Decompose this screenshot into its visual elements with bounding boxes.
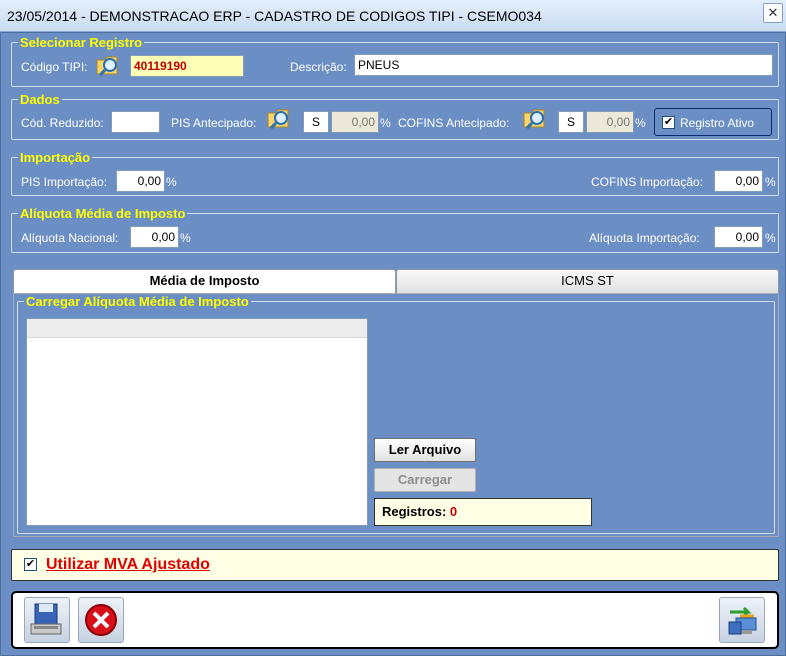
cancel-button[interactable] [78, 597, 124, 643]
cod-reduzido-label: Cód. Reduzido: [21, 116, 104, 130]
cod-reduzido-input[interactable] [111, 111, 160, 133]
aliquota-nacional-input[interactable]: 0,00 [130, 226, 179, 248]
save-disk-icon [30, 603, 62, 635]
aliquota-importacao-input[interactable]: 0,00 [714, 226, 763, 248]
exchange-button[interactable] [719, 597, 765, 643]
aliquota-importacao-percent: % [765, 231, 776, 245]
exchange-icon [728, 606, 757, 635]
tab-media-de-imposto[interactable]: Média de Imposto [13, 269, 396, 293]
registro-ativo-check-icon: ✔ [662, 116, 675, 129]
cofins-antecipado-value[interactable]: 0,00 [586, 111, 634, 133]
pis-antecipado-label: PIS Antecipado: [171, 116, 257, 130]
bottom-toolbar [11, 591, 779, 649]
pis-antecipado-value[interactable]: 0,00 [331, 111, 379, 133]
aliquota-nacional-percent: % [180, 231, 191, 245]
aliquota-file-list[interactable] [26, 318, 368, 526]
registros-label: Registros: [382, 504, 447, 519]
ler-arquivo-button[interactable]: Ler Arquivo [374, 438, 476, 462]
pis-lookup-icon[interactable] [267, 107, 291, 131]
title-bar: 23/05/2014 - DEMONSTRACAO ERP - CADASTRO… [0, 0, 786, 32]
cofins-importacao-label: COFINS Importação: [591, 175, 704, 189]
registros-value: 0 [449, 504, 458, 519]
aliquota-legend: Alíquota Média de Imposto [20, 206, 186, 221]
tab-panel-media-de-imposto: Carregar Alíquota Média de Imposto Ler A… [13, 293, 779, 537]
pis-importacao-label: PIS Importação: [21, 175, 108, 189]
aliquota-group: Alíquota Média de Imposto [11, 206, 779, 253]
pis-percent: % [380, 116, 391, 130]
cofins-flag-input[interactable]: S [558, 111, 584, 133]
cofins-lookup-icon[interactable] [523, 107, 547, 131]
save-button[interactable] [24, 597, 70, 643]
selecionar-registro-legend: Selecionar Registro [20, 35, 143, 50]
pis-importacao-percent: % [166, 175, 177, 189]
descricao-input[interactable]: PNEUS [354, 54, 773, 76]
importacao-legend: Importação [20, 150, 91, 165]
registros-counter: Registros: 0 [374, 498, 592, 526]
search-lookup-icon[interactable] [96, 54, 120, 78]
cofins-importacao-percent: % [765, 175, 776, 189]
aliquota-nacional-label: Alíquota Nacional: [21, 231, 119, 245]
registro-ativo-label: Registro Ativo [680, 116, 755, 130]
cofins-importacao-input[interactable]: 0,00 [714, 170, 763, 192]
pis-importacao-input[interactable]: 0,00 [116, 170, 165, 192]
aliquota-importacao-label: Alíquota Importação: [589, 231, 700, 245]
tab-strip: Média de Imposto ICMS ST [13, 269, 779, 293]
codigo-tipi-label: Código TIPI: [21, 60, 88, 74]
tab-icms-st[interactable]: ICMS ST [396, 269, 779, 293]
dados-legend: Dados [20, 92, 60, 107]
close-button[interactable]: ✕ [763, 3, 783, 23]
pis-flag-input[interactable]: S [303, 111, 329, 133]
cancel-icon [85, 604, 117, 636]
descricao-label: Descrição: [290, 60, 347, 74]
utilizar-mva-check-icon[interactable]: ✔ [24, 558, 37, 571]
list-header [27, 319, 367, 338]
cofins-percent: % [635, 116, 646, 130]
cofins-antecipado-label: COFINS Antecipado: [398, 116, 510, 130]
utilizar-mva-checkbox-row[interactable]: ✔ Utilizar MVA Ajustado [11, 549, 779, 581]
window-title: 23/05/2014 - DEMONSTRACAO ERP - CADASTRO… [7, 8, 542, 24]
codigo-tipi-input[interactable]: 40119190 [130, 55, 244, 77]
utilizar-mva-label: Utilizar MVA Ajustado [46, 556, 210, 573]
form-client-area: Selecionar Registro Código TIPI: 4011919… [0, 32, 786, 656]
registro-ativo-checkbox[interactable]: ✔ Registro Ativo [654, 108, 772, 136]
carregar-button[interactable]: Carregar [374, 468, 476, 492]
carregar-legend: Carregar Alíquota Média de Imposto [26, 294, 249, 309]
